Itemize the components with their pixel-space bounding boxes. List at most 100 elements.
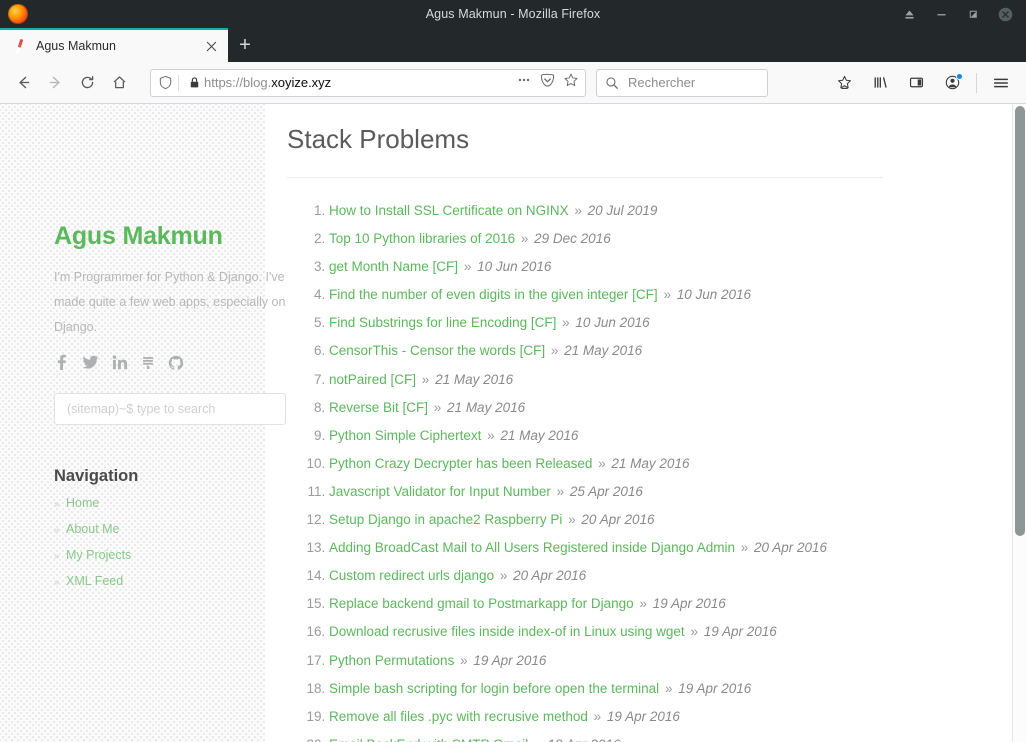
post-separator: » — [570, 203, 586, 218]
scrollbar-thumb[interactable] — [1015, 106, 1025, 536]
url-bar[interactable]: https://blog.xoyize.xyz — [150, 68, 586, 97]
post-list-item: Reverse Bit [CF] » 21 May 2016 — [329, 397, 927, 419]
pocket-icon[interactable] — [540, 73, 555, 93]
post-link[interactable]: CensorThis - Censor the words [CF] — [329, 343, 545, 358]
post-list-item: Python Crazy Decrypter has been Released… — [329, 453, 927, 475]
post-date: 21 May 2016 — [564, 343, 643, 359]
home-button[interactable] — [104, 68, 134, 98]
toolbar-right-icons — [829, 68, 1018, 98]
post-separator: » — [661, 680, 677, 696]
post-list-item: Python Simple Ciphertext » 21 May 2016 — [329, 425, 927, 447]
post-date: 10 Jun 2016 — [676, 287, 752, 303]
social-links — [54, 354, 265, 371]
sidebar-icon[interactable] — [901, 68, 931, 98]
post-list-item: Javascript Validator for Input Number » … — [329, 481, 927, 503]
post-link[interactable]: Replace backend gmail to Postmarkapp for… — [329, 596, 634, 611]
post-link[interactable]: Python Simple Ciphertext — [329, 428, 481, 443]
post-date: 21 May 2016 — [435, 371, 514, 387]
page-actions-ellipsis-icon[interactable] — [516, 72, 532, 93]
sidebar-item-label[interactable]: XML Feed — [66, 574, 123, 588]
post-list-item: Setup Django in apache2 Raspberry Pi » 2… — [329, 509, 927, 531]
navigation-heading: Navigation — [54, 467, 139, 485]
post-link[interactable]: Simple bash scripting for login before o… — [329, 681, 659, 696]
browser-tab[interactable]: Agus Makmun — [0, 28, 228, 62]
bookmark-star-icon[interactable] — [563, 72, 579, 93]
post-list-item: Adding BroadCast Mail to All Users Regis… — [329, 537, 927, 559]
reload-button[interactable] — [72, 68, 102, 98]
chevron-right-icon: » — [54, 525, 60, 536]
post-list-item: Remove all files .pyc with recrusive met… — [329, 706, 927, 728]
page-viewport: Agus Makmun I'm Programmer for Python & … — [0, 104, 1026, 742]
maximize-icon[interactable] — [964, 5, 982, 23]
window-controls — [900, 0, 1020, 28]
post-separator: » — [456, 652, 472, 668]
tracking-protection-icon[interactable] — [155, 75, 175, 90]
new-tab-button[interactable]: + — [228, 28, 262, 62]
save-to-pocket-icon[interactable] — [829, 68, 859, 98]
post-separator: » — [659, 287, 675, 303]
title-bar: Agus Makmun - Mozilla Firefox — [0, 0, 1026, 28]
page-scrollbar[interactable] — [1012, 104, 1026, 742]
post-list-item: notPaired [CF] » 21 May 2016 — [329, 369, 927, 391]
post-link[interactable]: Adding BroadCast Mail to All Users Regis… — [329, 540, 735, 555]
post-link[interactable]: get Month Name [CF] — [329, 259, 458, 274]
linkedin-icon[interactable] — [112, 355, 128, 370]
post-link[interactable]: Download recrusive files inside index-of… — [329, 624, 685, 639]
post-date: 25 Apr 2016 — [569, 483, 643, 499]
post-separator: » — [552, 483, 568, 499]
post-link[interactable]: Reverse Bit [CF] — [329, 400, 428, 415]
hamburger-menu-icon[interactable] — [986, 68, 1016, 98]
window-title: Agus Makmun - Mozilla Firefox — [425, 7, 601, 21]
sidebar-item-my-projects[interactable]: » My Projects — [54, 548, 265, 562]
post-date: 20 Jul 2019 — [587, 203, 658, 218]
url-text[interactable]: https://blog.xoyize.xyz — [204, 75, 510, 90]
sidebar-item-xml-feed[interactable]: » XML Feed — [54, 574, 265, 588]
post-date: 18 Apr 2016 — [547, 737, 620, 742]
facebook-icon[interactable] — [54, 354, 69, 371]
github-icon[interactable] — [168, 355, 184, 371]
tab-title: Agus Makmun — [36, 39, 116, 53]
browser-search-bar[interactable] — [596, 68, 768, 97]
post-date: 20 Apr 2016 — [581, 512, 655, 528]
post-link[interactable]: notPaired [CF] — [329, 372, 416, 387]
sidebar-item-label[interactable]: About Me — [66, 522, 120, 536]
forward-button[interactable] — [40, 68, 70, 98]
post-link[interactable]: Javascript Validator for Input Number — [329, 484, 551, 499]
close-tab-icon[interactable] — [202, 37, 220, 55]
post-separator: » — [558, 315, 574, 331]
lock-icon[interactable] — [184, 76, 204, 89]
sidebar-item-label[interactable]: Home — [66, 496, 99, 510]
sidebar-item-label[interactable]: My Projects — [66, 548, 131, 562]
stackoverflow-icon[interactable] — [141, 355, 155, 371]
post-link[interactable]: Python Permutations — [329, 653, 454, 668]
sidebar-item-about-me[interactable]: » About Me — [54, 522, 265, 536]
post-link[interactable]: Top 10 Python libraries of 2016 — [329, 231, 515, 246]
eject-icon[interactable] — [900, 5, 918, 23]
twitter-icon[interactable] — [82, 355, 99, 370]
post-link[interactable]: Email BackEnd with SMTP Gmail — [329, 737, 528, 742]
site-search-box[interactable] — [54, 393, 286, 425]
post-link[interactable]: Remove all files .pyc with recrusive met… — [329, 709, 588, 724]
post-link[interactable]: Find the number of even digits in the gi… — [329, 287, 658, 302]
library-icon[interactable] — [865, 68, 895, 98]
sidebar-item-home[interactable]: » Home — [54, 496, 265, 510]
post-separator: » — [589, 708, 605, 724]
back-button[interactable] — [8, 68, 38, 98]
chevron-right-icon: » — [54, 499, 60, 510]
site-search-input[interactable] — [65, 401, 275, 417]
post-link[interactable]: Custom redirect urls django — [329, 568, 494, 583]
post-list-item: Find Substrings for line Encoding [CF] »… — [329, 312, 927, 334]
navigation-toolbar: https://blog.xoyize.xyz — [0, 62, 1026, 104]
post-link[interactable]: Setup Django in apache2 Raspberry Pi — [329, 512, 562, 527]
navigation-list: » Home » About Me » My Projects » XML Fe… — [54, 496, 265, 588]
post-date: 20 Apr 2016 — [513, 568, 587, 584]
firefox-window: Agus Makmun - Mozilla Firefox Agus Makmu… — [0, 0, 1026, 742]
search-input[interactable] — [626, 74, 759, 91]
account-icon[interactable] — [937, 68, 967, 98]
post-link[interactable]: How to Install SSL Certificate on NGINX — [329, 203, 569, 218]
close-icon[interactable] — [996, 5, 1014, 23]
minimize-icon[interactable] — [932, 5, 950, 23]
post-link[interactable]: Python Crazy Decrypter has been Released — [329, 456, 592, 471]
post-separator: » — [547, 343, 563, 359]
post-link[interactable]: Find Substrings for line Encoding [CF] — [329, 315, 556, 330]
